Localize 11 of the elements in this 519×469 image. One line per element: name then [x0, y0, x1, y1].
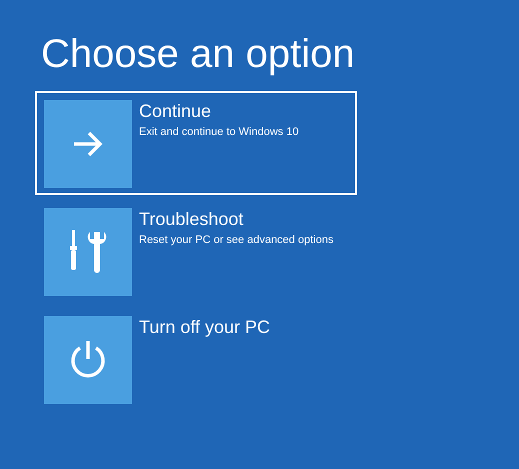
option-title: Turn off your PC — [139, 316, 270, 338]
tools-icon — [68, 230, 108, 274]
option-title: Continue — [139, 100, 212, 122]
option-description: Reset your PC or see advanced options — [139, 234, 334, 246]
option-button[interactable]: Continue Exit and continue to Windows 10 — [35, 91, 357, 195]
arrow-icon — [72, 131, 104, 157]
option-description: Exit and continue to Windows 10 — [139, 126, 299, 138]
option-button[interactable]: Turn off your PC — [35, 307, 357, 411]
option-title: Troubleshoot — [139, 208, 244, 230]
option-button[interactable]: Troubleshoot Reset your PC or see advanced options — [35, 199, 357, 303]
page-title: Choose an option — [41, 31, 356, 78]
